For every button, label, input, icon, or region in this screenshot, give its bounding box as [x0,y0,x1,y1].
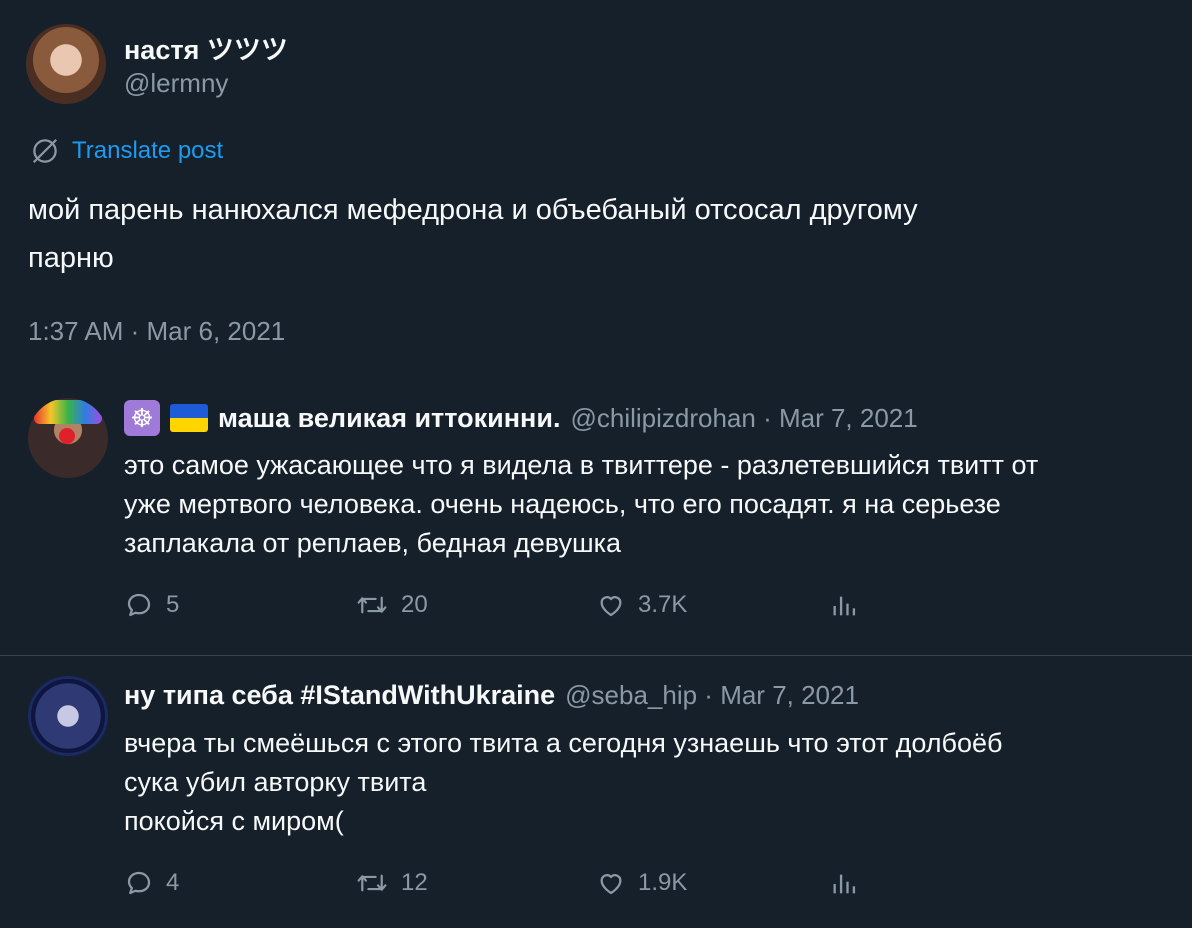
reply-2-retweet-button[interactable]: 12 [355,868,428,898]
speech-bubble-icon [127,593,151,617]
reply-1-likes-count: 3.7K [638,591,688,618]
reply-divider [0,655,1192,656]
reply-1-like-button[interactable]: 3.7K [596,590,687,620]
reply-1-retweets-count: 20 [401,591,428,618]
main-tweet-text-line-1: мой парень нанюхался мефедрона и объебан… [28,194,918,226]
reply-2-avatar[interactable] [28,676,108,756]
reply-1-replies-count: 5 [166,591,180,618]
speech-bubble-icon [127,871,151,895]
main-author-name[interactable]: настя ツツツ [124,28,288,67]
reply-1-meta[interactable]: @chilipizdrohan · Mar 7, 2021 [570,403,917,434]
reply-2-header: ну типа себа #IStandWithUkraine @seba_hi… [124,680,859,711]
main-tweet-text-line-2: парню [28,242,114,274]
reply-2-replies-count: 4 [166,869,180,896]
reply-2-author-name[interactable]: ну типа себа #IStandWithUkraine [124,680,555,711]
main-author-handle[interactable]: @lermny [124,68,228,99]
reply-2-meta[interactable]: @seba_hip · Mar 7, 2021 [565,680,859,711]
retweet-arrows-icon [357,874,387,892]
reply-1-reply-button[interactable]: 5 [124,590,179,620]
ukraine-flag-emoji-icon [170,404,208,432]
translate-post-link[interactable]: Translate post [30,136,223,166]
reply-2-like-button[interactable]: 1.9K [596,868,687,898]
reply-1-views-button[interactable] [830,592,858,620]
wheel-of-dharma-emoji-icon: ☸ [124,400,160,436]
heart-icon [600,596,622,617]
reply-1-retweet-button[interactable]: 20 [355,590,428,620]
main-tweet-timestamp[interactable]: 1:37 AM · Mar 6, 2021 [28,316,285,347]
reply-2-text: вчера ты смеёшься с этого твита а сегодн… [124,728,1003,836]
main-author-avatar[interactable] [26,24,106,104]
reply-1-header: ☸ маша великая иттокинни. @chilipizdroha… [124,400,918,436]
reply-2-likes-count: 1.9K [638,869,688,896]
reply-2-views-button[interactable] [830,870,858,898]
bar-chart-icon [833,874,856,894]
reply-1-author-name[interactable]: маша великая иттокинни. [218,403,560,434]
reply-2-retweets-count: 12 [401,869,428,896]
bar-chart-icon [833,596,856,616]
main-tweet-text: мой парень нанюхался мефедрона и объебан… [28,186,1158,282]
retweet-arrows-icon [357,596,387,614]
translate-post-label: Translate post [72,137,224,164]
reply-2-reply-button[interactable]: 4 [124,868,179,898]
globe-slash-icon [32,138,58,164]
heart-icon [600,874,622,895]
reply-1-avatar[interactable] [28,398,108,478]
reply-1-text: это самое ужасающее что я видела в твитт… [124,450,1039,558]
